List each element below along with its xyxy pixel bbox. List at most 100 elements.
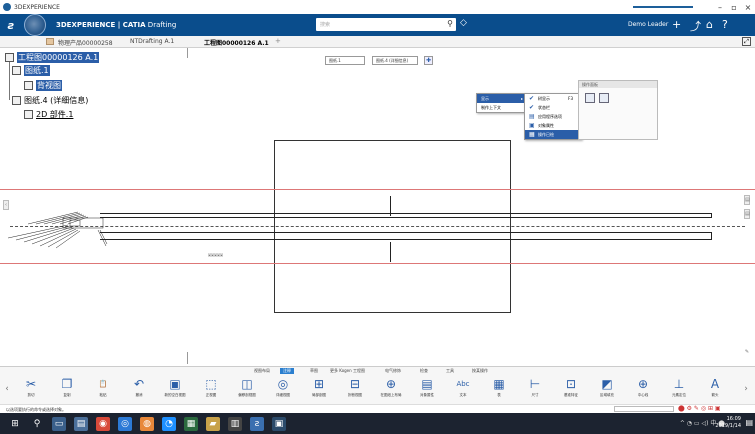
tool-object-props-button[interactable]: ▤ 对象属性 (410, 378, 444, 398)
os-title-bar: 3DEXPERIENCE – ▫ × (0, 0, 755, 14)
app-orange-icon[interactable]: ◍ (140, 416, 154, 431)
drawing-canvas[interactable]: 工程图00000126 A.1 图纸.1 背视图 图纸.4 (详细信息) 2D … (0, 48, 755, 366)
detail-select-field[interactable]: 图纸.4 (详细信息) (372, 56, 418, 65)
ab-tab-more[interactable]: 更多 Kogen 工程图 (330, 368, 365, 374)
tree-root[interactable]: 工程图00000126 A.1 (5, 52, 100, 63)
tool-datum-button[interactable]: ⊡ 基准特征 (554, 378, 588, 398)
tree-background-view[interactable]: 背视图 (24, 80, 62, 91)
ab-tab-check[interactable]: 检查 (420, 368, 428, 374)
search-taskbar-icon[interactable]: ⚲ (30, 417, 44, 431)
compass-icon[interactable] (24, 14, 46, 36)
browser-icon[interactable]: ◎ (118, 416, 132, 431)
tree-sheet-4[interactable]: 图纸.4 (详细信息) (12, 95, 88, 106)
arrow-icon: A (710, 377, 720, 391)
tool-label: 表 (497, 393, 501, 397)
submenu-object-props[interactable]: ▣ 对象属性 (525, 121, 581, 130)
tool-label: 尺寸 (531, 393, 539, 397)
search-icon[interactable]: ⚲ (447, 19, 453, 28)
palette-tool-icon[interactable] (585, 93, 595, 103)
tree-sheet-1[interactable]: 图纸.1 (12, 65, 50, 76)
window-taskbar-icon[interactable]: ▣ (272, 416, 286, 431)
app-green-icon[interactable]: ▦ (184, 416, 198, 431)
pencil-icon[interactable]: ✎ (744, 348, 750, 358)
tool-scissors-button[interactable]: ✂ 剪切 (14, 378, 48, 398)
add-icon[interactable]: + (672, 18, 681, 31)
windows-start-icon[interactable]: ⊞ (8, 417, 22, 431)
tag-icon[interactable]: ◇ (460, 18, 467, 28)
ab-tab-tools[interactable]: 工具 (446, 368, 454, 374)
home-icon[interactable]: ⌂ (706, 18, 713, 31)
user-name[interactable]: Demo Leader (628, 21, 668, 28)
folder-icon[interactable]: ▰ (206, 416, 220, 431)
minimize-icon[interactable]: – (713, 3, 727, 12)
part-edge (100, 239, 712, 240)
right-panel-icon[interactable]: ▤ (744, 195, 750, 205)
tool-detail-view-button[interactable]: ◎ 详细视图 (266, 378, 300, 398)
clock[interactable]: 16:09 2019/1/14 (715, 416, 741, 430)
tool-undo-button[interactable]: ↶ 撤消 (122, 378, 156, 398)
ab-tab-sketch[interactable]: 草图 (310, 368, 318, 374)
sheet-select-field[interactable]: 图纸.1 (325, 56, 365, 65)
splitter[interactable] (187, 352, 188, 364)
tool-projection-button[interactable]: ◫ 偏移剖视图 (230, 378, 264, 398)
tool-front-view-button[interactable]: ⬚ 正视图 (194, 378, 228, 398)
new-tab-icon[interactable]: + (275, 37, 281, 45)
scroll-left-icon[interactable]: ‹ (2, 382, 12, 396)
tool-new-view-button[interactable]: ▣ 新的空白视图 (158, 378, 192, 398)
tool-table-button[interactable]: ▦ 表 (482, 378, 516, 398)
close-icon[interactable]: × (741, 3, 755, 12)
ab-tab-annotation[interactable]: 注释 (280, 368, 294, 374)
notification-icon[interactable]: ▤ (745, 418, 753, 427)
table-icon: ▦ (493, 377, 505, 391)
submenu-operations[interactable]: ▦ 操作已绘 (525, 130, 581, 139)
palette-tool-icon[interactable] (599, 93, 609, 103)
tool-arrow-button[interactable]: A 箭头 (698, 378, 732, 398)
submenu-status-bar[interactable]: ✔ 状态栏 (525, 103, 581, 112)
tool-broken-view-button[interactable]: ⊟ 折断视图 (338, 378, 372, 398)
tab-drawing[interactable]: 工程图00000126 A.1 (204, 38, 269, 50)
submenu-app-options[interactable]: ▤ 应用程序选项 (525, 112, 581, 121)
task-view-icon[interactable]: ▭ (52, 416, 66, 431)
right-panel-icon[interactable]: ▤ (744, 209, 750, 219)
left-panel-toggle-icon[interactable]: ‹ (3, 200, 9, 210)
tool-centerline-button[interactable]: ⊕ 中心线 (626, 378, 660, 398)
ab-tab-view-layout[interactable]: 视图布局 (254, 368, 270, 374)
expand-icon[interactable]: ⤢ (742, 37, 751, 46)
tool-area-fill-button[interactable]: ◩ 区域填充 (590, 378, 624, 398)
tab-ntdrafting[interactable]: NTDrafting A.1 (130, 38, 174, 45)
scroll-right-icon[interactable]: › (741, 382, 751, 396)
catia-taskbar-icon[interactable]: ƨ (250, 416, 264, 431)
tool-sym-button[interactable]: ⊥ 元素定位 (662, 378, 696, 398)
maximize-icon[interactable]: ▫ (727, 3, 741, 12)
search-input[interactable]: 搜索 ⚲ (316, 18, 456, 31)
menu-item-show[interactable]: 显示 ▸ (477, 94, 525, 103)
drawing-icon (5, 53, 14, 62)
ab-tab-electrical[interactable]: 电气修饰 (385, 368, 401, 374)
share-icon[interactable]: ⤴ (690, 18, 701, 34)
tree-sheet-1-label: 图纸.1 (24, 65, 50, 76)
command-input[interactable] (614, 406, 674, 412)
app-blue-icon[interactable]: ◔ (162, 416, 176, 431)
tool-text-button[interactable]: Abc 文本 (446, 378, 480, 398)
add-sheet-icon[interactable]: ✚ (424, 56, 433, 65)
sheet-icon (12, 66, 21, 75)
tool-copy-button[interactable]: ❐ 复制 (50, 378, 84, 398)
app-red-icon[interactable]: ◉ (96, 416, 110, 431)
splitter[interactable] (187, 48, 188, 58)
submenu-tree-display[interactable]: ✔ 树显示 F3 (525, 94, 581, 103)
tool-dimension-button[interactable]: ⊕ 在图纸上布局 (374, 378, 408, 398)
tree-component[interactable]: 2D 部件.1 (24, 109, 73, 120)
tab-physical-product[interactable]: 物理产品00000258 (58, 38, 113, 47)
front-view-icon: ⬚ (205, 377, 217, 391)
tool-paste-button[interactable]: 📋 粘贴 (86, 378, 120, 398)
film-icon[interactable]: ▥ (228, 416, 242, 431)
view-icon (24, 81, 33, 90)
tool-clipping-button[interactable]: ⊞ 局部剖图 (302, 378, 336, 398)
tool-label: 在图纸上布局 (380, 393, 402, 397)
menu-item-make-context[interactable]: 制作上下文 (477, 103, 525, 112)
object-props-icon: ▤ (421, 377, 433, 391)
explorer-icon[interactable]: ▤ (74, 416, 88, 431)
tool-size-button[interactable]: ⊢ 尺寸 (518, 378, 552, 398)
ab-tab-operations[interactable]: 按某操作 (472, 368, 488, 374)
help-icon[interactable]: ? (722, 18, 728, 31)
